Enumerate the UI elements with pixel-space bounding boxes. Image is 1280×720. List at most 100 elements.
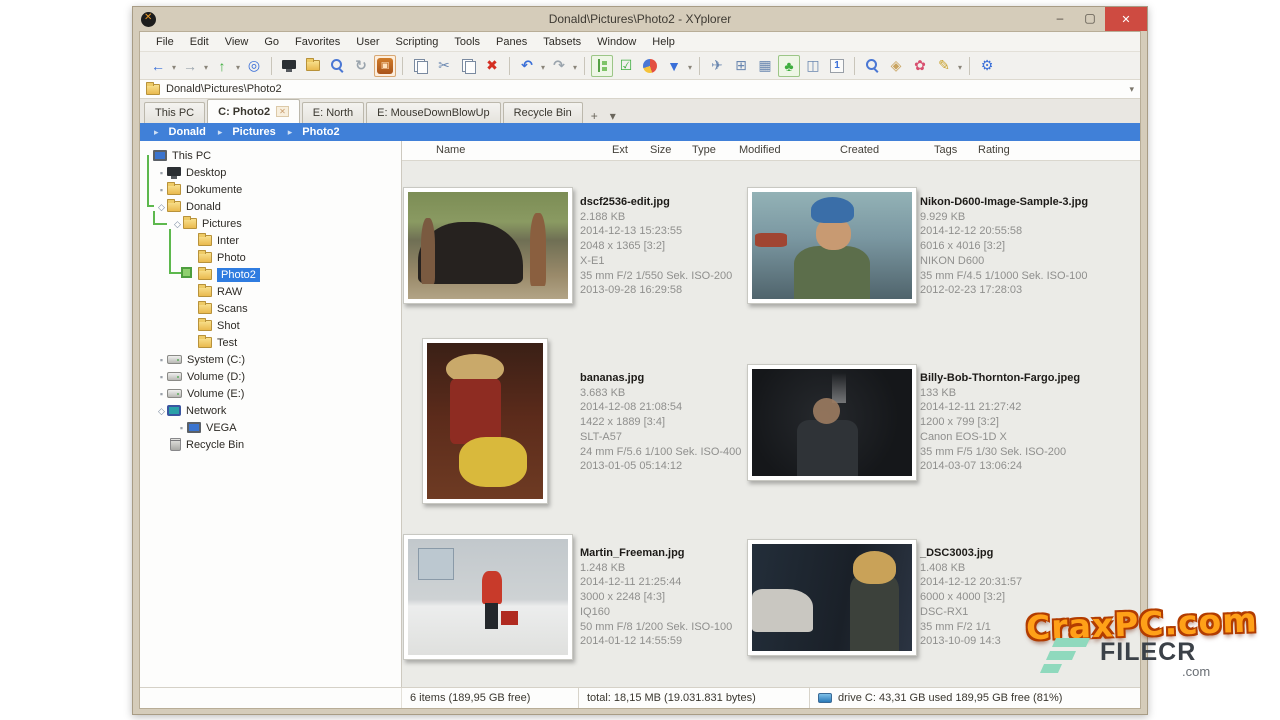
menu-tabsets[interactable]: Tabsets [535, 34, 589, 50]
tree-item-volume-d[interactable]: Volume (D:) [140, 368, 401, 385]
file-metadata[interactable]: bananas.jpg 3.683 KB2014-12-08 21:08:54 … [580, 371, 741, 474]
tag-icon[interactable]: ◈ [885, 55, 907, 77]
send-icon[interactable]: ✈ [706, 55, 728, 77]
visual-filter-icon[interactable]: ▼ [663, 55, 685, 77]
recent-locations-icon[interactable]: ↻ [350, 55, 372, 77]
expand-icon[interactable] [156, 184, 167, 196]
tab-c-photo2[interactable]: C: Photo2✕ [207, 99, 300, 123]
file-thumbnail[interactable] [747, 187, 917, 304]
column-modified[interactable]: Modified [739, 144, 781, 156]
tiles-view-icon[interactable]: ⊞ [730, 55, 752, 77]
file-metadata[interactable]: Billy-Bob-Thornton-Fargo.jpeg 133 KB2014… [920, 371, 1080, 474]
tab-list-button[interactable]: ▾ [604, 109, 622, 123]
tree-item-inter[interactable]: Inter [140, 232, 401, 249]
column-size[interactable]: Size [650, 144, 671, 156]
configuration-icon[interactable]: ⚙ [976, 55, 998, 77]
expand-icon[interactable] [156, 167, 167, 179]
column-type[interactable]: Type [692, 144, 716, 156]
breadcrumb-pictures[interactable]: Pictures [212, 126, 282, 138]
file-thumbnail[interactable] [403, 187, 573, 304]
tree-item-desktop[interactable]: Desktop [140, 164, 401, 181]
menu-view[interactable]: View [217, 34, 257, 50]
menu-favorites[interactable]: Favorites [287, 34, 348, 50]
pane-one-icon[interactable]: 1 [826, 55, 848, 77]
column-rating[interactable]: Rating [978, 144, 1010, 156]
tree-item-scans[interactable]: Scans [140, 300, 401, 317]
delete-icon[interactable]: ✖ [481, 55, 503, 77]
copy-icon[interactable] [409, 55, 431, 77]
file-metadata[interactable]: Martin_Freeman.jpg 1.248 KB2014-12-11 21… [580, 546, 732, 649]
paint-roller-icon[interactable]: ✎ [933, 55, 955, 77]
menu-edit[interactable]: Edit [182, 34, 217, 50]
tree-item-pictures[interactable]: Pictures [140, 215, 401, 232]
maximize-button[interactable]: ▢ [1075, 7, 1105, 29]
paint-roller-dropdown[interactable] [956, 57, 964, 75]
up-icon[interactable]: ↑ [211, 55, 233, 77]
tree-item-dokumente[interactable]: Dokumente [140, 181, 401, 198]
file-thumbnail[interactable] [422, 338, 548, 504]
tree-item-this-pc[interactable]: This PC [140, 147, 401, 164]
tree-item-vega[interactable]: VEGA [140, 419, 401, 436]
expand-icon[interactable] [176, 422, 187, 434]
dual-pane-icon[interactable]: ◫ [802, 55, 824, 77]
tab-close-icon[interactable]: ✕ [276, 106, 289, 117]
file-metadata[interactable]: Nikon-D600-Image-Sample-3.jpg 9.929 KB20… [920, 195, 1088, 298]
menu-go[interactable]: Go [256, 34, 287, 50]
color-filter-icon[interactable]: ✿ [909, 55, 931, 77]
expand-icon[interactable] [156, 371, 167, 383]
show-tree-icon[interactable]: ♣ [778, 55, 800, 77]
collapse-icon[interactable] [156, 405, 167, 417]
tree-item-photo[interactable]: Photo [140, 249, 401, 266]
tree-item-shot[interactable]: Shot [140, 317, 401, 334]
find-files-icon[interactable] [326, 55, 348, 77]
tree-item-volume-e[interactable]: Volume (E:) [140, 385, 401, 402]
tree-item-test[interactable]: Test [140, 334, 401, 351]
hotlist-icon[interactable]: ◎ [243, 55, 265, 77]
visual-filter-dropdown[interactable] [686, 57, 694, 75]
column-ext[interactable]: Ext [612, 144, 628, 156]
breadcrumb-donald[interactable]: Donald [148, 126, 212, 138]
mouse-down-blow-up-icon[interactable]: ▣ [374, 55, 396, 77]
tab-e-mousedownblowup[interactable]: E: MouseDownBlowUp [366, 102, 501, 123]
menu-panes[interactable]: Panes [488, 34, 535, 50]
address-dropdown-icon[interactable]: ▾ [1129, 84, 1134, 95]
tree-item-donald[interactable]: Donald [140, 198, 401, 215]
address-bar[interactable]: Donald\Pictures\Photo2 ▾ [140, 80, 1140, 99]
forward-icon[interactable]: → [179, 55, 201, 77]
file-metadata[interactable]: _DSC3003.jpg 1.408 KB2014-12-12 20:31:57… [920, 546, 1022, 649]
tree-item-recycle-bin[interactable]: Recycle Bin [140, 436, 401, 453]
tab-recycle-bin[interactable]: Recycle Bin [503, 102, 583, 123]
tree-item-raw[interactable]: RAW [140, 283, 401, 300]
menu-window[interactable]: Window [589, 34, 644, 50]
title-bar[interactable]: Donald\Pictures\Photo2 - XYplorer – ▢ ✕ [133, 7, 1147, 31]
undo-icon[interactable]: ↶ [516, 55, 538, 77]
expand-icon[interactable] [156, 354, 167, 366]
forward-dropdown[interactable] [202, 57, 210, 75]
address-input[interactable]: Donald\Pictures\Photo2 [166, 83, 1123, 95]
checkbox-mode-icon[interactable]: ☑ [615, 55, 637, 77]
tree-path-tracing-icon[interactable] [591, 55, 613, 77]
minitree-icon[interactable] [278, 55, 300, 77]
up-dropdown[interactable] [234, 57, 242, 75]
tree-item-system-c[interactable]: System (C:) [140, 351, 401, 368]
file-thumbnail[interactable] [747, 539, 917, 656]
cut-icon[interactable]: ✂ [433, 55, 455, 77]
file-thumbnail[interactable] [747, 364, 917, 481]
new-tab-button[interactable]: + [585, 109, 604, 123]
tab-e-north[interactable]: E: North [302, 102, 364, 123]
column-name[interactable]: Name [436, 144, 465, 156]
redo-dropdown[interactable] [571, 57, 579, 75]
paste-icon[interactable] [457, 55, 479, 77]
collapse-icon[interactable] [156, 201, 167, 213]
minimize-button[interactable]: – [1045, 7, 1075, 29]
back-dropdown[interactable] [170, 57, 178, 75]
tree-item-network[interactable]: Network [140, 402, 401, 419]
expand-icon[interactable] [156, 388, 167, 400]
column-tags[interactable]: Tags [934, 144, 957, 156]
menu-scripting[interactable]: Scripting [388, 34, 447, 50]
back-icon[interactable]: ← [147, 55, 169, 77]
live-filter-icon[interactable] [861, 55, 883, 77]
undo-dropdown[interactable] [539, 57, 547, 75]
redo-icon[interactable]: ↷ [548, 55, 570, 77]
menu-help[interactable]: Help [644, 34, 683, 50]
